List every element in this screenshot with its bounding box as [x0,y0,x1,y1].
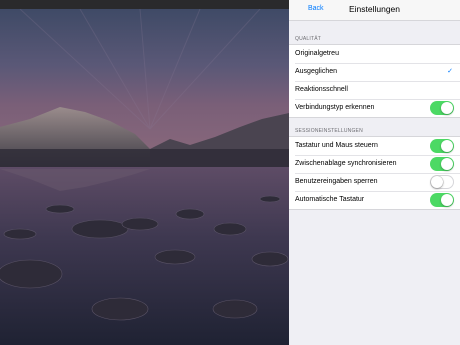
section-header-session: SESSIONEINSTELLUNGEN [295,128,363,134]
option-label: Originalgetreu [295,50,339,57]
lake-mountain-image [0,9,289,345]
toggle-knob [431,176,443,188]
toggle-knob [441,140,453,152]
nav-bar: Back Einstellungen [289,0,460,21]
detect-connection-row: Verbindungstyp erkennen [289,99,460,117]
block-input-label: Benutzereingaben sperren [295,178,378,185]
toggle-knob [441,194,453,206]
keyboard-mouse-label: Tastatur und Maus steuern [295,142,378,149]
option-label: Ausgeglichen [295,68,338,75]
top-bar [0,0,289,9]
block-input-toggle[interactable] [430,175,454,189]
page-title: Einstellungen [348,4,401,14]
settings-panel: Back Einstellungen QUALITÄT Originalgetr… [289,0,460,345]
quality-group: Originalgetreu Ausgeglichen ✓ Reaktionss… [289,44,460,118]
block-input-row: Benutzereingaben sperren [289,173,460,191]
toggle-knob [441,102,453,114]
auto-keyboard-toggle[interactable] [430,193,454,207]
quality-option-responsive[interactable]: Reaktionsschnell [289,81,460,99]
clipboard-sync-toggle[interactable] [430,157,454,171]
toggle-knob [441,158,453,170]
keyboard-mouse-row: Tastatur und Maus steuern [289,137,460,155]
clipboard-sync-label: Zwischenablage synchronisieren [295,160,397,167]
option-label: Reaktionsschnell [295,86,348,93]
auto-keyboard-row: Automatische Tastatur [289,191,460,209]
checkmark-icon: ✓ [447,68,453,75]
quality-option-balanced[interactable]: Ausgeglichen ✓ [289,63,460,81]
quality-option-original[interactable]: Originalgetreu [289,45,460,63]
remote-desktop-wallpaper [0,0,289,345]
session-group: Tastatur und Maus steuern Zwischenablage… [289,136,460,210]
detect-connection-label: Verbindungstyp erkennen [295,104,375,111]
keyboard-mouse-toggle[interactable] [430,139,454,153]
auto-keyboard-label: Automatische Tastatur [295,196,365,203]
section-header-quality: QUALITÄT [295,36,322,42]
detect-connection-toggle[interactable] [430,101,454,115]
clipboard-sync-row: Zwischenablage synchronisieren [289,155,460,173]
